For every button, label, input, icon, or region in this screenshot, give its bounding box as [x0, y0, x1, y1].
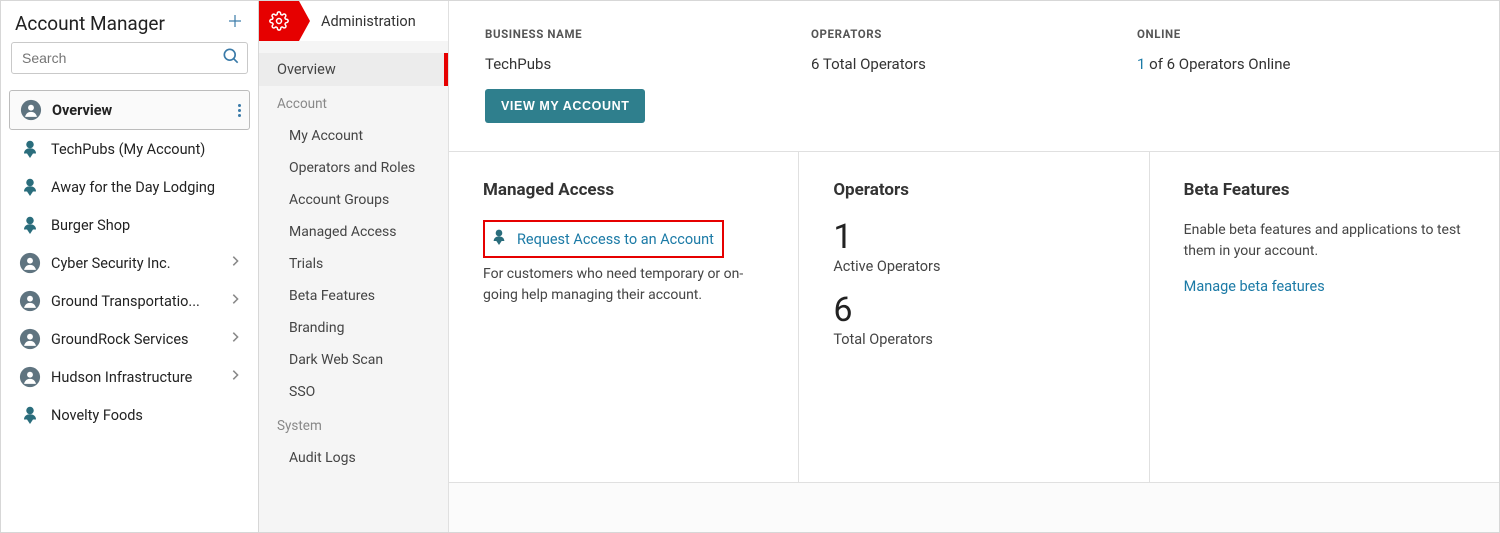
- sidebar-item-8[interactable]: Novelty Foods: [9, 396, 250, 434]
- person-circle-icon: [19, 290, 41, 312]
- nav-item-my-account[interactable]: My Account: [259, 120, 448, 152]
- nav-item-trials[interactable]: Trials: [259, 248, 448, 280]
- main-content: BUSINESS NAME TechPubs VIEW MY ACCOUNT O…: [449, 1, 1499, 532]
- search-wrap: [1, 42, 258, 84]
- sidebar-header: Account Manager: [1, 1, 258, 42]
- chevron-right-icon: [230, 369, 240, 385]
- sidebar-title: Account Manager: [15, 12, 165, 35]
- summary-row: BUSINESS NAME TechPubs VIEW MY ACCOUNT O…: [449, 1, 1499, 152]
- business-col: BUSINESS NAME TechPubs VIEW MY ACCOUNT: [485, 27, 811, 123]
- manage-beta-link[interactable]: Manage beta features: [1184, 278, 1465, 295]
- beta-desc: Enable beta features and applications to…: [1184, 220, 1465, 262]
- sidebar-item-5[interactable]: Ground Transportatio...: [9, 282, 250, 320]
- online-rest: of 6 Operators Online: [1145, 55, 1290, 73]
- operators-card-title: Operators: [833, 180, 1114, 200]
- business-value: TechPubs: [485, 55, 811, 73]
- active-operators-label: Active Operators: [833, 258, 1114, 275]
- nav-item-operators-and-roles[interactable]: Operators and Roles: [259, 152, 448, 184]
- nav-item-overview[interactable]: Overview: [259, 53, 448, 86]
- sidebar-item-label: Away for the Day Lodging: [51, 179, 240, 196]
- online-label: ONLINE: [1137, 27, 1463, 41]
- add-account-button[interactable]: [226, 11, 244, 36]
- admin-nav-list: OverviewAccountMy AccountOperators and R…: [259, 41, 448, 478]
- admin-nav: Administration OverviewAccountMy Account…: [259, 1, 449, 532]
- chevron-right-icon: [230, 331, 240, 347]
- person-pin-icon: [19, 176, 41, 198]
- search-icon: [221, 46, 241, 70]
- beta-title: Beta Features: [1184, 180, 1465, 200]
- managed-access-desc: For customers who need temporary or on-g…: [483, 264, 764, 306]
- admin-title: Administration: [321, 13, 416, 30]
- nav-item-sso[interactable]: SSO: [259, 376, 448, 408]
- online-col: ONLINE 1 of 6 Operators Online: [1137, 27, 1463, 123]
- online-value: 1 of 6 Operators Online: [1137, 55, 1463, 73]
- request-access-highlight: Request Access to an Account: [483, 220, 724, 258]
- nav-item-branding[interactable]: Branding: [259, 312, 448, 344]
- search-input[interactable]: [12, 50, 247, 66]
- person-circle-icon: [20, 99, 42, 121]
- sidebar-item-1[interactable]: TechPubs (My Account): [9, 130, 250, 168]
- cards-row: Managed Access Request Access to an Acco…: [449, 152, 1499, 482]
- sidebar-item-4[interactable]: Cyber Security Inc.: [9, 244, 250, 282]
- person-pin-icon: [491, 227, 507, 251]
- search-box[interactable]: [11, 42, 248, 74]
- sidebar-item-label: GroundRock Services: [51, 331, 226, 348]
- footer-bar: [449, 482, 1499, 532]
- managed-access-card: Managed Access Request Access to an Acco…: [449, 152, 799, 482]
- sidebar-item-label: TechPubs (My Account): [51, 141, 240, 158]
- managed-access-title: Managed Access: [483, 180, 764, 200]
- person-pin-icon: [19, 138, 41, 160]
- sidebar-item-6[interactable]: GroundRock Services: [9, 320, 250, 358]
- beta-card: Beta Features Enable beta features and a…: [1150, 152, 1499, 482]
- total-operators-count: 6: [833, 293, 1114, 327]
- active-operators-count: 1: [833, 220, 1114, 254]
- operators-col: OPERATORS 6 Total Operators: [811, 27, 1137, 123]
- sidebar-item-label: Cyber Security Inc.: [51, 255, 226, 272]
- nav-item-audit-logs[interactable]: Audit Logs: [259, 442, 448, 474]
- nav-heading: Account: [259, 86, 448, 120]
- person-circle-icon: [19, 328, 41, 350]
- sidebar-item-label: Novelty Foods: [51, 407, 240, 424]
- nav-item-account-groups[interactable]: Account Groups: [259, 184, 448, 216]
- sidebar-item-label: Ground Transportatio...: [51, 293, 226, 310]
- sidebar-item-3[interactable]: Burger Shop: [9, 206, 250, 244]
- nav-item-dark-web-scan[interactable]: Dark Web Scan: [259, 344, 448, 376]
- sidebar-item-2[interactable]: Away for the Day Lodging: [9, 168, 250, 206]
- total-operators-label: Total Operators: [833, 331, 1114, 348]
- sidebar-item-label: Overview: [52, 102, 239, 119]
- account-list: Overview TechPubs (My Account) Away for th…: [1, 84, 258, 440]
- kebab-menu-icon[interactable]: [238, 104, 241, 117]
- business-label: BUSINESS NAME: [485, 27, 811, 41]
- person-pin-icon: [19, 214, 41, 236]
- admin-header: Administration: [259, 1, 448, 41]
- admin-gear-icon: [259, 1, 299, 41]
- nav-heading: System: [259, 408, 448, 442]
- nav-item-beta-features[interactable]: Beta Features: [259, 280, 448, 312]
- sidebar-item-label: Hudson Infrastructure: [51, 369, 226, 386]
- nav-item-managed-access[interactable]: Managed Access: [259, 216, 448, 248]
- person-pin-icon: [19, 404, 41, 426]
- sidebar-item-0[interactable]: Overview: [9, 90, 250, 130]
- account-manager-sidebar: Account Manager Overview TechPubs (My Acc…: [1, 1, 259, 532]
- person-circle-icon: [19, 252, 41, 274]
- chevron-right-icon: [230, 293, 240, 309]
- sidebar-item-7[interactable]: Hudson Infrastructure: [9, 358, 250, 396]
- request-access-link[interactable]: Request Access to an Account: [517, 231, 714, 248]
- operators-value: 6 Total Operators: [811, 55, 1137, 73]
- person-circle-icon: [19, 366, 41, 388]
- view-account-button[interactable]: VIEW MY ACCOUNT: [485, 89, 645, 123]
- operators-card: Operators 1 Active Operators 6 Total Ope…: [799, 152, 1149, 482]
- chevron-right-icon: [230, 255, 240, 271]
- sidebar-item-label: Burger Shop: [51, 217, 240, 234]
- operators-label: OPERATORS: [811, 27, 1137, 41]
